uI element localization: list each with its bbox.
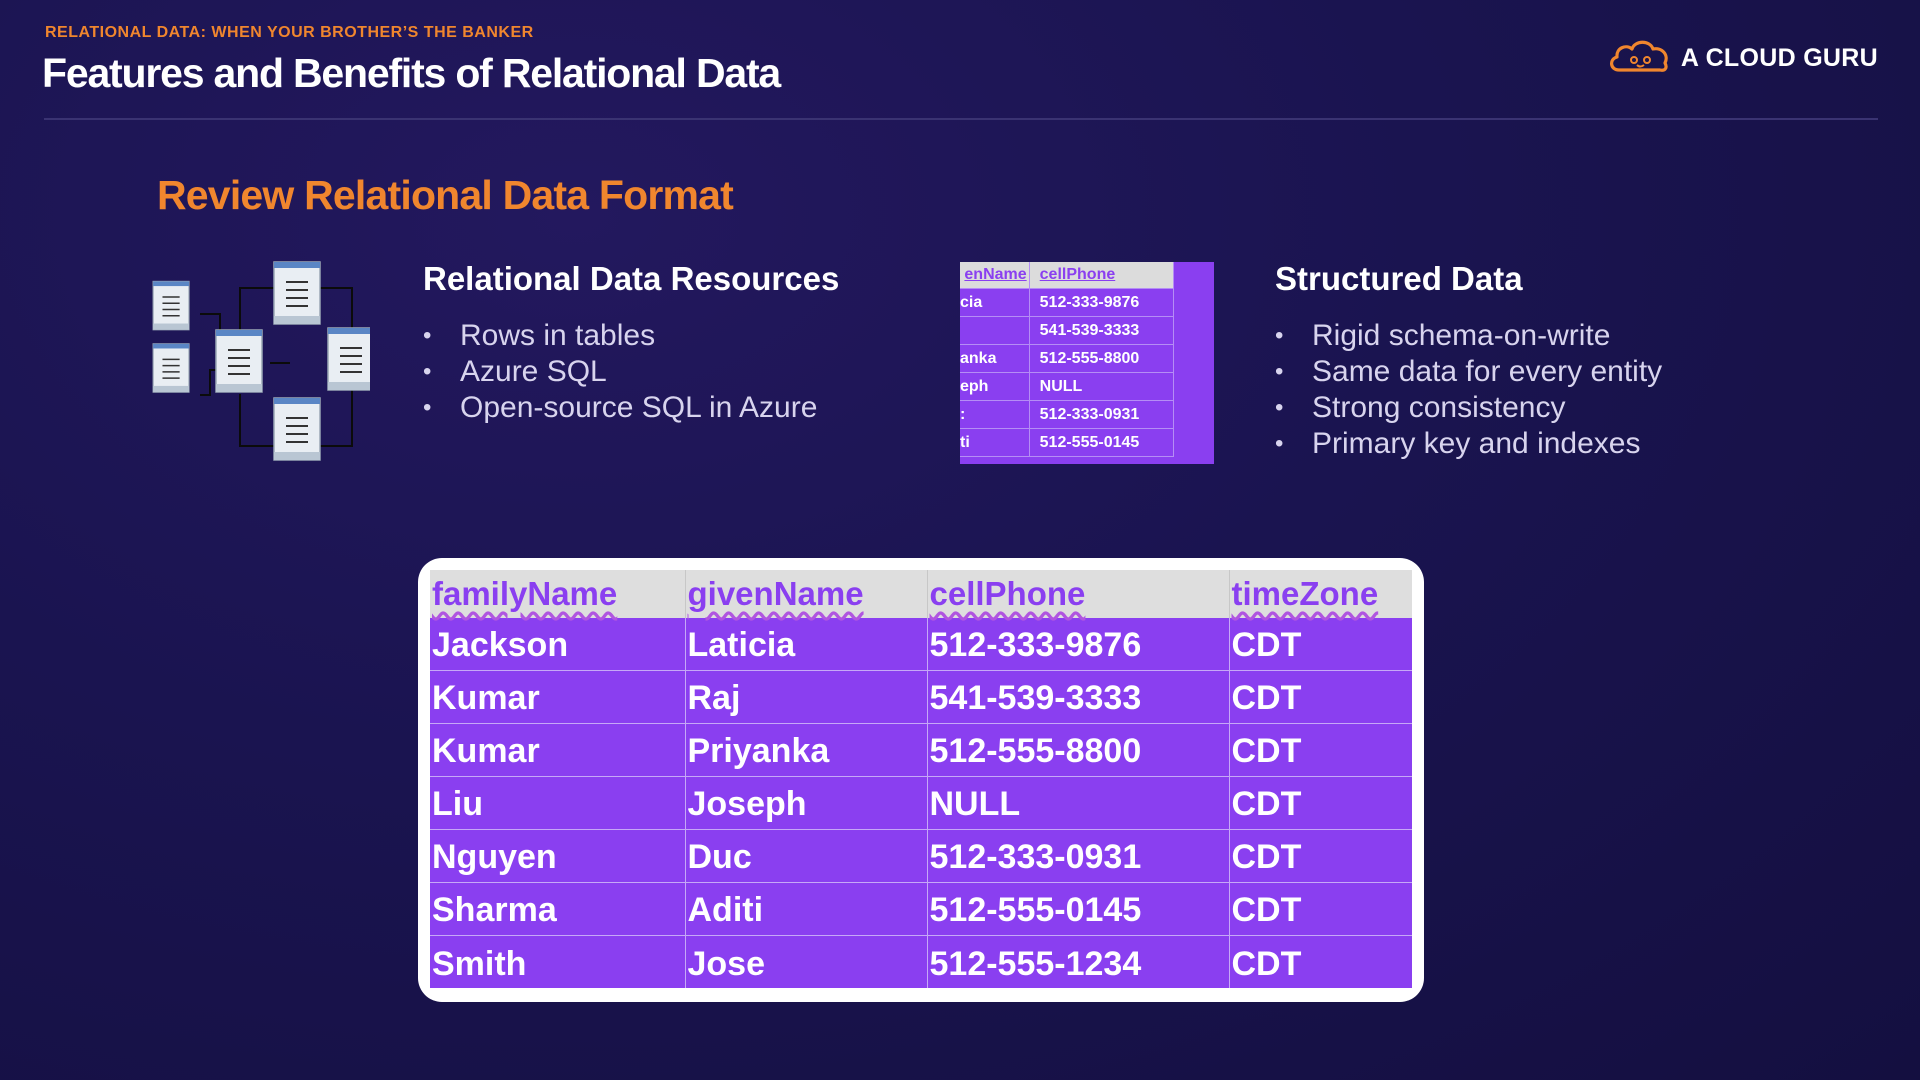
cloud-logo-icon [1607,36,1671,81]
table-cell: CDT [1229,829,1412,883]
mini-cell: anka [960,344,1030,373]
table-thumbnail: enName cellPhone cia 512-333-9876 541-53… [960,262,1214,464]
table-cell: Kumar [430,723,686,777]
table-row: Smith Jose 512-555-1234 CDT [430,935,1412,988]
page-title: Features and Benefits of Relational Data [42,50,781,96]
table-row: Jackson Laticia 512-333-9876 CDT [430,618,1412,671]
mini-header: cellPhone [1029,262,1175,289]
eyebrow-label: RELATIONAL DATA: WHEN YOUR BROTHER’S THE… [45,24,534,41]
table-cell: CDT [1229,776,1412,830]
resources-heading: Relational Data Resources [423,260,840,297]
mini-cell: NULL [1029,372,1175,401]
table-row: Liu Joseph NULL CDT [430,776,1412,830]
mini-cell [960,316,1030,345]
column-header: timeZone [1229,570,1412,618]
table-row: Nguyen Duc 512-333-0931 CDT [430,829,1412,883]
column-header: givenName [685,570,928,618]
table-row: Kumar Raj 541-539-3333 CDT [430,670,1412,724]
mini-cell: cia [960,288,1030,317]
table-cell: CDT [1229,670,1412,724]
table-cell: CDT [1229,882,1412,937]
mini-cell: 512-555-0145 [1029,428,1175,457]
brand-name: A CLOUD GURU [1680,43,1878,72]
table-cell: Priyanka [685,723,928,777]
resources-list: Rows in tables Azure SQL Open-source SQL… [423,318,817,426]
table-cell: Kumar [430,670,686,724]
table-cell: NULL [927,776,1230,830]
table-cell: 512-555-0145 [927,882,1230,937]
table-header-row: familyName givenName cellPhone timeZone [430,570,1412,618]
table-cell: Jose [685,935,928,988]
table-cell: CDT [1229,723,1412,777]
table-cell: 512-555-8800 [927,723,1230,777]
table-cell: 512-333-0931 [927,829,1230,883]
brand-logo: A CLOUD GURU [1607,36,1878,80]
mini-cell: eph [960,372,1030,401]
table-cell: 541-539-3333 [927,670,1230,724]
table-cell: Jackson [430,618,686,671]
structured-heading: Structured Data [1275,260,1523,297]
table-cell: Duc [685,829,928,883]
er-diagram-icon [150,258,375,468]
table-cell: Sharma [430,882,686,937]
mini-cell: 512-333-9876 [1029,288,1175,317]
structured-list: Rigid schema-on-write Same data for ever… [1275,318,1662,462]
column-header: familyName [430,570,686,618]
table-cell: Nguyen [430,829,686,883]
list-item: Primary key and indexes [1275,426,1662,462]
column-header: cellPhone [927,570,1230,618]
data-table: familyName givenName cellPhone timeZone … [430,570,1412,988]
mini-header: enName [960,262,1030,289]
table-cell: Laticia [685,618,928,671]
mini-cell: 541-539-3333 [1029,316,1175,345]
table-cell: CDT [1229,618,1412,671]
mini-cell: ti [960,428,1030,457]
table-row: Sharma Aditi 512-555-0145 CDT [430,882,1412,937]
list-item: Strong consistency [1275,390,1662,426]
list-item: Open-source SQL in Azure [423,390,817,426]
table-cell: Liu [430,776,686,830]
list-item: Rows in tables [423,318,817,354]
section-title: Review Relational Data Format [157,172,734,218]
mini-cell: 512-333-0931 [1029,400,1175,429]
header-divider [44,118,1878,120]
list-item: Azure SQL [423,354,817,390]
table-cell: Aditi [685,882,928,937]
data-table-card: familyName givenName cellPhone timeZone … [418,558,1424,1002]
table-cell: 512-333-9876 [927,618,1230,671]
table-cell: CDT [1229,935,1412,988]
list-item: Same data for every entity [1275,354,1662,390]
table-cell: Joseph [685,776,928,830]
table-cell: Raj [685,670,928,724]
list-item: Rigid schema-on-write [1275,318,1662,354]
table-row: Kumar Priyanka 512-555-8800 CDT [430,723,1412,777]
table-cell: 512-555-1234 [927,935,1230,988]
table-cell: Smith [430,935,686,988]
mini-cell: : [960,400,1030,429]
mini-cell: 512-555-8800 [1029,344,1175,373]
